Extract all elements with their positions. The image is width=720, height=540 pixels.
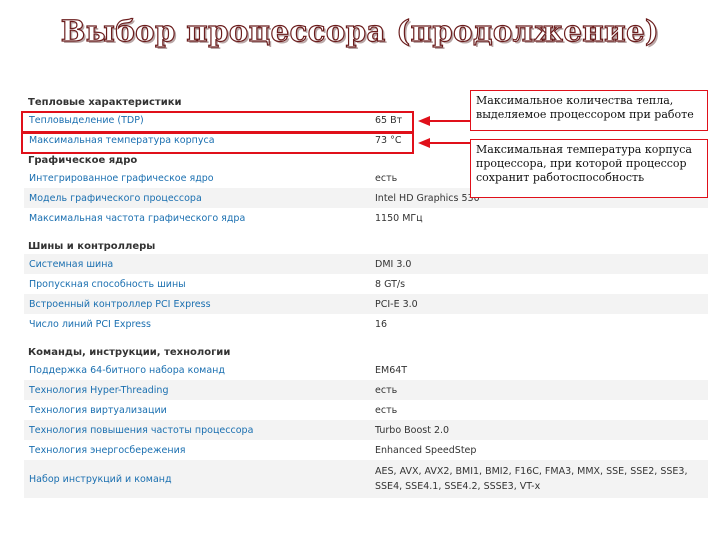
callout-tdp: Максимальное количества тепла, выделяемо… <box>470 90 708 131</box>
callout-max-temp: Максимальная температура корпуса процесс… <box>470 139 708 198</box>
arrow-head-tdp <box>418 116 430 126</box>
callout-arrows <box>418 116 470 148</box>
arrow-head-max-temp <box>418 138 430 148</box>
